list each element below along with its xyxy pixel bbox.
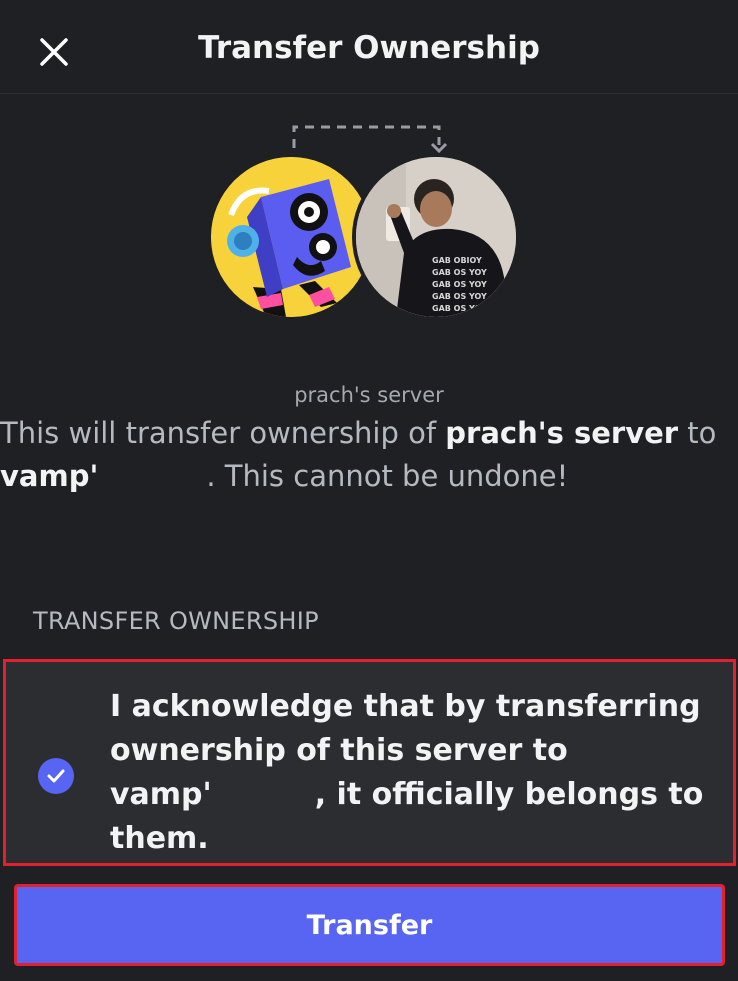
svg-text:GAB OBIOY: GAB OBIOY	[432, 256, 482, 265]
acknowledgement-row[interactable]: I acknowledge that by transferring owner…	[3, 659, 736, 866]
modal-header: Transfer Ownership	[0, 0, 738, 94]
checkmark-icon	[47, 769, 65, 783]
transfer-description: This will transfer ownership of prach's …	[0, 412, 738, 498]
ack-line-3-suffix: , it officially belongs to	[314, 777, 704, 812]
acknowledgement-text: I acknowledge that by transferring owner…	[110, 685, 710, 861]
section-label: TRANSFER OWNERSHIP	[33, 607, 319, 635]
ack-line-4: them.	[110, 821, 209, 856]
speaker-character-icon	[211, 157, 371, 317]
svg-text:GAB OS YOY: GAB OS YOY	[432, 292, 487, 301]
description-suffix: . This cannot be undone!	[206, 459, 569, 493]
description-prefix: This will transfer ownership of	[0, 416, 446, 450]
description-username: vamp'	[0, 459, 99, 493]
dashed-transfer-arrow-icon	[292, 125, 448, 154]
svg-text:GAB OS YOY: GAB OS YOY	[432, 280, 487, 289]
owner-avatar	[211, 157, 371, 317]
ack-username: vamp'	[110, 777, 212, 812]
server-name: prach's server	[294, 383, 444, 407]
svg-text:GAB OS YOY: GAB OS YOY	[432, 268, 487, 277]
svg-text:GAB OS YOY: GAB OS YOY	[432, 304, 487, 313]
new-owner-avatar: GAB OBIOY GAB OS YOY GAB OS YOY GAB OS Y…	[356, 157, 516, 317]
description-middle: to	[678, 416, 717, 450]
description-server-name: prach's server	[445, 416, 679, 450]
user-photo-icon: GAB OBIOY GAB OS YOY GAB OS YOY GAB OS Y…	[356, 157, 516, 317]
ack-line-2: ownership of this server to	[110, 733, 568, 768]
acknowledge-checkbox[interactable]	[38, 758, 74, 794]
transfer-button[interactable]: Transfer	[14, 884, 725, 966]
page-title: Transfer Ownership	[198, 30, 540, 66]
ack-line-1: I acknowledge that by transferring	[110, 689, 701, 724]
